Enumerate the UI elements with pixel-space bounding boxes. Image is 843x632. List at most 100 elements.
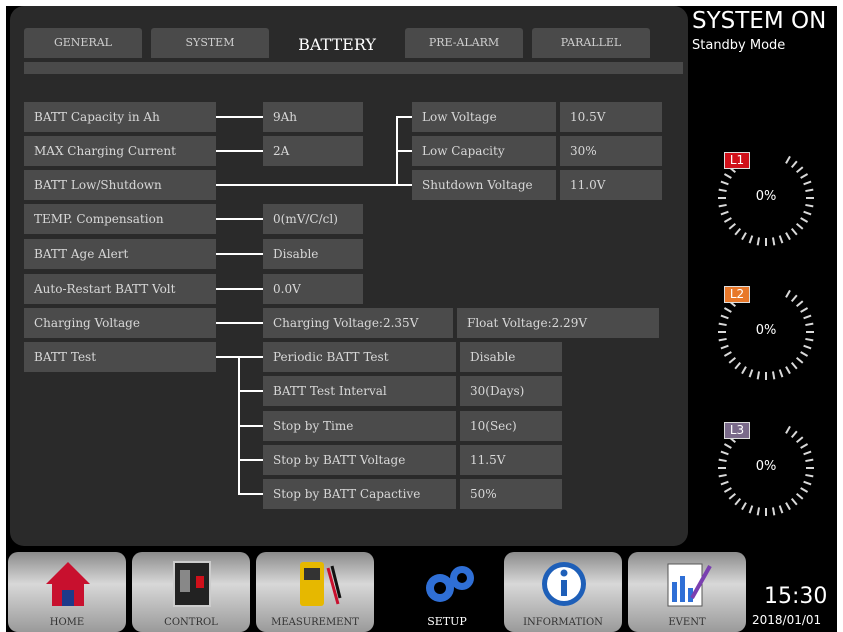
gauge-tick xyxy=(741,232,747,241)
temp-compensation-label: TEMP. Compensation xyxy=(24,204,216,234)
stop-by-time-label: Stop by Time xyxy=(263,411,456,441)
temp-compensation-value[interactable]: 0(mV/C/cl) xyxy=(263,204,363,234)
gauge-tick xyxy=(756,507,761,516)
gauge-tick xyxy=(795,166,804,174)
test-interval-value[interactable]: 30(Days) xyxy=(460,376,562,406)
gauge-tick xyxy=(800,351,809,357)
stop-by-voltage-value[interactable]: 11.5V xyxy=(460,445,562,475)
gauge-tick xyxy=(785,155,791,164)
gauge-tick xyxy=(720,314,729,320)
gauge-tick xyxy=(800,307,809,313)
gauge-tick xyxy=(800,217,809,223)
nav-information-label: INFORMATION xyxy=(523,617,603,628)
gauge-tick xyxy=(803,210,812,216)
screen: GENERAL SYSTEM BATTERY PRE-ALARM PARALLE… xyxy=(6,6,837,632)
gauge-tick xyxy=(778,235,784,244)
tab-system[interactable]: SYSTEM xyxy=(151,28,269,58)
tab-battery[interactable]: BATTERY xyxy=(278,30,396,60)
gauge-tick xyxy=(723,307,732,313)
control-panel-icon xyxy=(173,561,211,607)
batt-capacity-label: BATT Capacity in Ah xyxy=(24,102,216,132)
gauge-tick xyxy=(771,371,776,380)
gauge-tick xyxy=(723,173,732,179)
phase-l3-badge: L3 xyxy=(724,422,750,439)
gauge-l1-value: 0% xyxy=(755,189,777,204)
gauge-tick xyxy=(734,361,742,370)
gauge-tick xyxy=(728,222,737,230)
gauge-tick xyxy=(790,294,798,303)
gauge-tick xyxy=(785,232,791,241)
shutdown-voltage-value[interactable]: 11.0V xyxy=(560,170,662,200)
gauge-tick xyxy=(723,443,732,449)
tab-parallel[interactable]: PARALLEL xyxy=(532,28,650,58)
stop-by-capacity-label: Stop by BATT Capactive xyxy=(263,479,456,509)
charging-voltage-value[interactable]: Charging Voltage:2.35V xyxy=(263,308,453,338)
gauge-tick xyxy=(771,507,776,516)
nav-information-button[interactable]: INFORMATION xyxy=(504,552,622,632)
gauge-tick xyxy=(790,497,798,506)
gauge-tick xyxy=(723,351,732,357)
multimeter-icon xyxy=(300,562,342,606)
gauge-tick xyxy=(803,314,812,320)
gauge-tick xyxy=(790,361,798,370)
gauge-tick xyxy=(723,487,732,493)
low-voltage-value[interactable]: 10.5V xyxy=(560,102,662,132)
batt-capacity-value[interactable]: 9Ah xyxy=(263,102,363,132)
info-icon xyxy=(542,562,586,606)
gauge-tick xyxy=(741,502,747,511)
gauge-tick xyxy=(785,289,791,298)
setup-panel: GENERAL SYSTEM BATTERY PRE-ALARM PARALLE… xyxy=(10,6,688,546)
gauge-tick xyxy=(720,450,729,456)
gauge-tick xyxy=(800,173,809,179)
gauge-l3: L3 0% xyxy=(714,416,818,520)
nav-setup-button[interactable]: SETUP xyxy=(388,552,506,632)
charging-voltage-label: Charging Voltage xyxy=(24,308,216,338)
gauge-tick xyxy=(805,337,814,342)
max-charging-label: MAX Charging Current xyxy=(24,136,216,166)
test-interval-label: BATT Test Interval xyxy=(263,376,456,406)
periodic-test-label: Periodic BATT Test xyxy=(263,342,456,372)
gauge-tick xyxy=(803,480,812,486)
nav-control-button[interactable]: CONTROL xyxy=(132,552,250,632)
gauge-tick xyxy=(720,210,729,216)
gauge-tick xyxy=(734,227,742,236)
batt-age-alert-value[interactable]: Disable xyxy=(263,239,363,269)
nav-event-button[interactable]: EVENT xyxy=(628,552,746,632)
batt-test-label: BATT Test xyxy=(24,342,216,372)
gauge-tick xyxy=(805,473,814,478)
gauge-tick xyxy=(790,430,798,439)
tab-pre-alarm[interactable]: PRE-ALARM xyxy=(405,28,523,58)
gauge-tick xyxy=(748,235,754,244)
tab-bar-underline xyxy=(24,62,683,74)
nav-setup-label: SETUP xyxy=(427,615,467,628)
gauge-tick xyxy=(795,356,804,364)
batt-age-alert-label: BATT Age Alert xyxy=(24,239,216,269)
periodic-test-value[interactable]: Disable xyxy=(460,342,562,372)
nav-home-button[interactable]: HOME xyxy=(8,552,126,632)
gauge-tick xyxy=(795,300,804,308)
max-charging-value[interactable]: 2A xyxy=(263,136,363,166)
gauge-tick xyxy=(803,180,812,186)
gauge-l2: L2 0% xyxy=(714,280,818,384)
gauge-tick xyxy=(778,505,784,514)
float-voltage-value[interactable]: Float Voltage:2.29V xyxy=(457,308,659,338)
system-status: SYSTEM ON xyxy=(692,8,827,34)
low-capacity-value[interactable]: 30% xyxy=(560,136,662,166)
auto-restart-value[interactable]: 0.0V xyxy=(263,274,363,304)
nav-measurement-label: MEASUREMENT xyxy=(271,617,359,628)
gauge-tick xyxy=(720,344,729,350)
stop-by-time-value[interactable]: 10(Sec) xyxy=(460,411,562,441)
gauge-tick xyxy=(785,502,791,511)
gauge-tick xyxy=(790,227,798,236)
stop-by-capacity-value[interactable]: 50% xyxy=(460,479,562,509)
nav-home-label: HOME xyxy=(49,617,85,628)
gauge-tick xyxy=(803,450,812,456)
gauge-tick xyxy=(790,160,798,169)
phase-l1-badge: L1 xyxy=(724,152,750,169)
auto-restart-label: Auto-Restart BATT Volt xyxy=(24,274,216,304)
gauge-tick xyxy=(720,480,729,486)
gauge-tick xyxy=(718,203,727,208)
tab-general[interactable]: GENERAL xyxy=(24,28,142,58)
nav-measurement-button[interactable]: MEASUREMENT xyxy=(256,552,374,632)
gauge-tick xyxy=(785,366,791,375)
